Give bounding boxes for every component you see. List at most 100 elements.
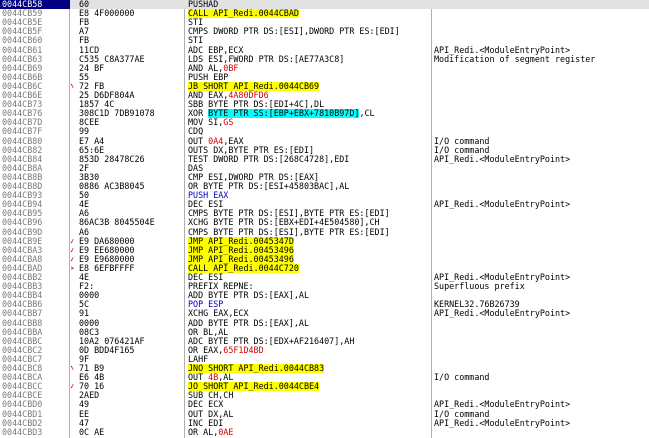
- hex-dump-cell: FB: [71, 18, 183, 27]
- disasm-row[interactable]: 0044CB61 11CD ADC EBP,ECX API_Redi.<ModuleE…: [0, 46, 649, 55]
- address-cell: 0044CB8A: [2, 163, 43, 173]
- disasm-row[interactable]: 0044CBB6 5C POP ESP KERNEL32.76B26739: [0, 300, 649, 309]
- instruction-part: SUB CH,CH: [188, 391, 234, 401]
- comment-cell: [432, 382, 649, 391]
- disasm-row[interactable]: 0044CB8D 0886 AC3B8045 OR BYTE PTR DS:[ESI…: [0, 182, 649, 191]
- disasm-row[interactable]: 0044CBC7 9F LAHF: [0, 355, 649, 364]
- comment-cell: Modification of segment register: [434, 54, 596, 64]
- disassembly-cell: OUT 0A4,EAX: [186, 137, 433, 146]
- disasm-row[interactable]: 0044CBCA E6 4B OUT 4B,AL I/O command: [0, 373, 649, 382]
- disasm-row[interactable]: 0044CB59 E8 4F000000 CALL API_Redi.0044CBA…: [0, 9, 649, 19]
- instruction-part: PUSH EBP: [188, 72, 229, 82]
- hex-dump-cell: A6: [71, 209, 183, 218]
- disasm-row[interactable]: 0044CB95 A6 CMPS BYTE PTR DS:[ESI],BYTE PT…: [0, 209, 649, 218]
- address-cell: 0044CBB2: [2, 273, 43, 282]
- disasm-row[interactable]: 0044CBCC ˅ 70 16 JO SHORT API_Redi.0044CBE4: [0, 382, 649, 392]
- disasm-row[interactable]: 0044CBB3 F2: PREFIX REPNE: Superfluous pref…: [0, 282, 649, 291]
- address-cell: 0044CB58: [0, 0, 70, 9]
- disassembly-cell: DAS: [186, 164, 433, 173]
- disasm-row[interactable]: 0044CB7D 8CEE MOV SI,GS: [0, 118, 649, 127]
- hex-bytes: 10A2 076421AF: [79, 336, 145, 346]
- disasm-row[interactable]: 0044CB60 FB STI: [0, 36, 649, 45]
- disasm-row[interactable]: 0044CB93 50 PUSH EAX: [0, 191, 649, 200]
- disasm-row[interactable]: 0044CB63 C535 C8A377AE LDS ESI,FWORD PTR D…: [0, 55, 649, 64]
- disasm-row[interactable]: 0044CB69 24 BF AND AL,0BF: [0, 64, 649, 73]
- comment-cell: I/O command: [434, 373, 490, 383]
- disasm-row[interactable]: 0044CBCE 2AED SUB CH,CH: [0, 391, 649, 400]
- comment-cell: [432, 291, 649, 300]
- hex-dump-cell: ˅ E9 E9680000: [71, 255, 183, 264]
- address-cell: 0044CBD2: [2, 418, 43, 428]
- disasm-row[interactable]: 0044CBB8 0000 ADD BYTE PTR DS:[EAX],AL: [0, 319, 649, 328]
- disassembly-cell: JNO SHORT API_Redi.0044CB83: [186, 364, 433, 373]
- disassembly-cell: CMPS BYTE PTR DS:[ESI],BYTE PTR ES:[EDI]: [186, 228, 433, 237]
- hex-bytes: 5C: [79, 300, 90, 310]
- disasm-row[interactable]: 0044CB58 60 PUSHAD: [0, 0, 649, 9]
- disasm-row[interactable]: 0044CB96 86AC3B 8045504E XCHG BYTE PTR DS:…: [0, 218, 649, 227]
- disasm-row[interactable]: 0044CB5E FB STI: [0, 18, 649, 27]
- instruction-part: TEST DWORD PTR DS:[268C4728],EDI: [188, 154, 350, 164]
- disasm-row[interactable]: 0044CBA3 ˅ E9 EE680000 JMP API_Redi.0045349…: [0, 245, 649, 255]
- disassembly-cell: INC EDI: [186, 419, 433, 428]
- disasm-row[interactable]: 0044CBC8 ˄ 71 B9 JNO SHORT API_Redi.0044CB8…: [0, 364, 649, 373]
- hex-bytes: 4E: [79, 273, 90, 282]
- disasm-row[interactable]: 0044CB80 E7 A4 OUT 0A4,EAX I/O command: [0, 137, 649, 146]
- address-cell: 0044CBD0: [2, 400, 43, 410]
- disasm-row[interactable]: 0044CB73 1857 4C SBB BYTE PTR DS:[EDI+4C],…: [0, 100, 649, 109]
- disasm-row[interactable]: 0044CBD3 0C AE OR AL,0AE: [0, 428, 649, 437]
- disasm-row[interactable]: 0044CB9D A6 CMPS BYTE PTR DS:[ESI],BYTE PT…: [0, 228, 649, 237]
- address-cell: 0044CBB7: [2, 309, 43, 319]
- disasm-row[interactable]: 0044CB6C ˄ 72 FB JB SHORT API_Redi.0044CB69: [0, 81, 649, 91]
- disassembly-cell: PUSH EBP: [186, 73, 433, 82]
- address-cell: 0044CB9D: [2, 227, 43, 237]
- hex-dump-cell: ˅ 70 16: [71, 382, 183, 391]
- disasm-row[interactable]: 0044CB94 4E DEC ESI API_Redi.<ModuleEntryPo…: [0, 200, 649, 209]
- disasm-row[interactable]: 0044CB82 65:6E OUTS DX,BYTE PTR ES:[EDI] I/…: [0, 146, 649, 155]
- comment-cell: [432, 218, 649, 227]
- disasm-row[interactable]: 0044CBA8 ˅ E9 E9680000 JMP API_Redi.0045349…: [0, 254, 649, 264]
- hex-bytes: 0C AE: [79, 427, 105, 437]
- disasm-row[interactable]: 0044CB8A 2F DAS: [0, 164, 649, 173]
- disassembly-cell: LAHF: [186, 355, 433, 364]
- hex-dump-cell: 60: [71, 0, 183, 9]
- disassembly-cell: CMPS BYTE PTR DS:[ESI],BYTE PTR ES:[EDI]: [186, 209, 433, 218]
- address-cell: 0044CBCE: [2, 391, 43, 401]
- disasm-row[interactable]: 0044CBB7 91 XCHG EAX,ECX API_Redi.<ModuleEn…: [0, 309, 649, 318]
- address-cell: 0044CB82: [2, 145, 43, 155]
- disassembly-cell: JMP API_Redi.00453496: [186, 254, 433, 264]
- disasm-row[interactable]: 0044CBD1 EE OUT DX,AL I/O command: [0, 410, 649, 419]
- disasm-row[interactable]: 0044CBB2 4E DEC ESI API_Redi.<ModuleEntryPo…: [0, 273, 649, 282]
- instruction-part: DEC ECX: [188, 400, 224, 410]
- disasm-row[interactable]: 0044CB76 308C1D 7DB91078 XOR BYTE PTR SS:[…: [0, 109, 649, 119]
- disassembly-cell: PUSH EAX: [186, 191, 433, 200]
- instruction-part: LAHF: [188, 354, 209, 364]
- disasm-row[interactable]: 0044CBBA 08C3 OR BL,AL: [0, 328, 649, 337]
- disasm-row[interactable]: 0044CBB4 0000 ADD BYTE PTR DS:[EAX],AL: [0, 291, 649, 300]
- disasm-row[interactable]: 0044CBC2 0D BDD4F165 OR EAX,65F1D4BD: [0, 346, 649, 355]
- disasm-row[interactable]: 0044CB7F 99 CDQ: [0, 127, 649, 136]
- disasm-row[interactable]: 0044CBBC 10A2 076421AF ADC BYTE PTR DS:[ED…: [0, 337, 649, 346]
- hex-dump-cell: 86AC3B 8045504E: [71, 218, 183, 227]
- disasm-row[interactable]: 0044CBD2 47 INC EDI API_Redi.<ModuleEntryPo…: [0, 419, 649, 428]
- disassembly-cell: STI: [186, 36, 433, 45]
- instruction-part: CMPS BYTE PTR DS:[ESI],BYTE PTR ES:[EDI]: [188, 209, 390, 219]
- disassembly-cell: OR EAX,65F1D4BD: [186, 346, 433, 355]
- disasm-row[interactable]: 0044CB8B 3B30 CMP ESI,DWORD PTR DS:[EAX]: [0, 173, 649, 182]
- hex-bytes: E9 E9680000: [79, 254, 135, 264]
- disassembly-pane[interactable]: 0044CB58 60 PUSHAD 0044CB59 E8 4F000000 CALL …: [0, 0, 649, 438]
- disasm-row[interactable]: 0044CB9E ˅ E9 DA680000 JMP API_Redi.0045347…: [0, 236, 649, 246]
- hex-dump-cell: 3B30: [71, 173, 183, 182]
- disasm-row[interactable]: 0044CBD0 49 DEC ECX API_Redi.<ModuleEntryPo…: [0, 400, 649, 409]
- comment-cell: [432, 209, 649, 218]
- address-cell: 0044CBD3: [2, 427, 43, 437]
- comment-cell: API_Redi.<ModuleEntryPoint>: [434, 154, 571, 164]
- disasm-row[interactable]: 0044CB5F A7 CMPS DWORD PTR DS:[ESI],DWORD …: [0, 27, 649, 36]
- disasm-row[interactable]: 0044CB6E 25 D6DF804A AND EAX,4A80DFD6: [0, 91, 649, 100]
- hex-bytes: 0D BDD4F165: [79, 345, 135, 355]
- disasm-row[interactable]: 0044CB6B 55 PUSH EBP: [0, 73, 649, 82]
- address-cell: 0044CB9E: [2, 236, 43, 246]
- disasm-row[interactable]: 0044CBAD > E8 6EFBFFFF CALL API_Redi.0044C7…: [0, 263, 649, 273]
- instruction-part: JMP API_Redi.00453496: [188, 254, 294, 264]
- disasm-row[interactable]: 0044CB84 853D 28478C26 TEST DWORD PTR DS:[…: [0, 155, 649, 164]
- instruction-part: DAS: [188, 163, 204, 173]
